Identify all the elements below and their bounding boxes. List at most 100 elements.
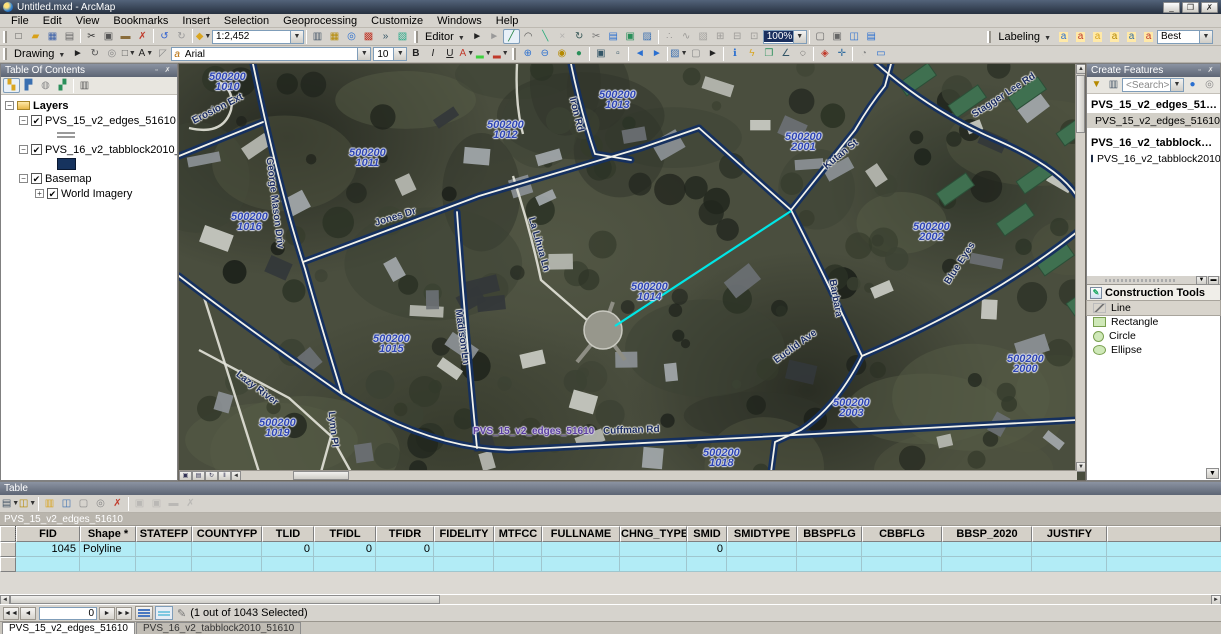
toolbar-grip[interactable] <box>3 31 7 43</box>
cell-smidtype[interactable] <box>727 557 797 572</box>
column-header-tlid[interactable]: TLID <box>262 526 314 542</box>
label-manager-icon[interactable]: a <box>1055 29 1072 44</box>
catalog-icon[interactable]: ▦ <box>326 29 343 44</box>
navy-square-symbol[interactable] <box>57 158 76 170</box>
toc-options-icon[interactable]: ▥ <box>76 78 93 93</box>
clear-selection-icon[interactable]: ▢ <box>687 47 704 62</box>
rotate-tool-icon[interactable]: ↻ <box>571 29 588 44</box>
expander-icon[interactable]: − <box>19 174 28 183</box>
cell-countyfp[interactable] <box>192 557 262 572</box>
labeling-menu[interactable]: Labeling ▼ <box>994 31 1055 43</box>
map-hscroll-thumb[interactable] <box>293 471 349 480</box>
cell-tlid[interactable]: 0 <box>262 542 314 557</box>
toc-list-by-source-icon[interactable]: ▛ <box>20 78 37 93</box>
copy-row-icon[interactable]: ▣ <box>148 496 165 511</box>
attributes-icon[interactable]: ▤ <box>605 29 622 44</box>
cell-tfidr[interactable] <box>376 557 434 572</box>
zoom-percent-combo[interactable]: 100% ▼ <box>763 30 807 44</box>
cell-bbsp2020[interactable] <box>942 557 1032 572</box>
sketch-properties-icon[interactable]: ▣ <box>622 29 639 44</box>
delete-row-icon[interactable]: ✗ <box>182 496 199 511</box>
go-to-xy-icon[interactable]: ✛ <box>833 47 850 62</box>
double-line-symbol[interactable] <box>57 132 75 138</box>
cell-fid[interactable]: 1045 <box>16 542 80 557</box>
previous-record-icon[interactable]: ◄ <box>20 607 36 620</box>
cell-smid[interactable] <box>687 557 727 572</box>
cell-cbbflg[interactable] <box>862 557 942 572</box>
first-record-icon[interactable]: ◄◄ <box>3 607 19 620</box>
lock-labels-icon[interactable]: a <box>1106 29 1123 44</box>
cell-bbspflg[interactable] <box>797 557 862 572</box>
identify-icon[interactable]: ℹ <box>726 47 743 62</box>
chevron-down-icon[interactable]: ▼ <box>290 31 303 43</box>
table-horizontal-scrollbar[interactable]: ◄ ► <box>0 594 1221 604</box>
select-elements-icon[interactable]: ► <box>69 47 86 62</box>
menu-bookmarks[interactable]: Bookmarks <box>106 14 175 28</box>
arc-segment-icon[interactable]: ◠ <box>520 29 537 44</box>
collapse-icon[interactable]: ▼ <box>1196 276 1207 285</box>
straight-segment-icon[interactable]: ╲ <box>537 29 554 44</box>
construction-tool-rectangle[interactable]: Rectangle <box>1087 315 1220 329</box>
toc-layer-PVS_15_v2_edges_51610[interactable]: −✔PVS_15_v2_edges_51610 <box>5 113 177 128</box>
cell-statefp[interactable] <box>136 542 192 557</box>
go-back-extent-icon[interactable]: ◄ <box>631 47 648 62</box>
chevron-down-icon[interactable]: ▼ <box>1199 31 1212 43</box>
cell-mtfcc[interactable] <box>494 542 542 557</box>
add-data-icon[interactable]: ◆▼ <box>195 29 212 44</box>
expander-icon[interactable]: − <box>19 116 28 125</box>
expander-icon[interactable]: + <box>35 189 44 198</box>
cell-tlid[interactable] <box>262 557 314 572</box>
map-scale-combo[interactable]: 1:2,452 ▼ <box>212 30 304 44</box>
split-tool-icon[interactable]: ✂ <box>588 29 605 44</box>
column-header-bbsp2020[interactable]: BBSP_2020 <box>942 526 1032 542</box>
time-slider-icon[interactable]: ◔ <box>855 47 872 62</box>
related-tables-icon[interactable]: ◫▼ <box>19 496 36 511</box>
scroll-left-icon[interactable]: ◄ <box>231 471 241 481</box>
viewer-window-icon[interactable]: ▭ <box>872 47 889 62</box>
select-by-attributes-icon[interactable]: ▥ <box>41 496 58 511</box>
cell-countyfp[interactable] <box>192 542 262 557</box>
highlight-color-icon[interactable]: ▂▼ <box>475 47 492 62</box>
font-color-icon[interactable]: A▼ <box>458 47 475 62</box>
cut-polygons-icon[interactable]: ▧ <box>695 29 712 44</box>
rotate-element-icon[interactable]: ↻ <box>86 47 103 62</box>
menu-view[interactable]: View <box>69 14 107 28</box>
copy-icon[interactable]: ▣ <box>100 29 117 44</box>
table-hscroll-thumb[interactable] <box>10 595 440 604</box>
cell-fullname[interactable] <box>542 557 620 572</box>
table-options-icon[interactable]: ▤▼ <box>2 496 19 511</box>
print-icon[interactable]: ▤ <box>61 29 78 44</box>
checkbox-icon[interactable]: ✔ <box>31 144 42 155</box>
reshape-feature-icon[interactable]: ∿ <box>678 29 695 44</box>
union-tool-icon[interactable]: ⊞ <box>712 29 729 44</box>
pin-icon[interactable]: ▫ <box>151 66 162 76</box>
table-row[interactable] <box>0 557 1221 572</box>
toc-layer-Basemap[interactable]: −✔Basemap <box>5 171 177 186</box>
close-button[interactable]: ✗ <box>1201 2 1218 13</box>
menu-geoprocessing[interactable]: Geoprocessing <box>276 14 364 28</box>
print-preview-icon[interactable]: ▤ <box>863 29 880 44</box>
go-forward-extent-icon[interactable]: ► <box>648 47 665 62</box>
construction-tool-ellipse[interactable]: Ellipse <box>1087 343 1220 357</box>
layer-symbol[interactable] <box>5 128 177 142</box>
layout-view-button[interactable]: ▤ <box>192 471 205 481</box>
swap-views-icon[interactable]: ◫ <box>846 29 863 44</box>
cell-chngtype[interactable] <box>620 542 687 557</box>
line-color-icon[interactable]: ▂▼ <box>492 47 509 62</box>
merge-tool-icon[interactable]: ⊡ <box>746 29 763 44</box>
toc-layer-PVS_16_v2_tabblock2010_51610[interactable]: −✔PVS_16_v2_tabblock2010_51610 <box>5 142 177 157</box>
cell-shape[interactable]: Polyline <box>80 542 136 557</box>
font-size-combo[interactable]: 10 ▼ <box>373 47 407 61</box>
pause-drawing-button[interactable]: ‖ <box>218 471 231 481</box>
construction-tool-circle[interactable]: Circle <box>1087 329 1220 343</box>
column-header-statefp[interactable]: STATEFP <box>136 526 192 542</box>
last-record-icon[interactable]: ►► <box>116 607 132 620</box>
fixed-zoom-out-icon[interactable]: ▫ <box>609 47 626 62</box>
column-header-fid[interactable]: FID <box>16 526 80 542</box>
pan-icon[interactable]: ◉ <box>553 47 570 62</box>
chevron-down-icon[interactable]: ▼ <box>1170 79 1183 91</box>
html-popup-icon[interactable]: ❐ <box>760 47 777 62</box>
zoom-to-selected-icon[interactable]: ◎ <box>92 496 109 511</box>
template-search-combo[interactable]: <Search> ▼ <box>1122 78 1184 92</box>
select-features-icon[interactable]: ▨▼ <box>670 47 687 62</box>
